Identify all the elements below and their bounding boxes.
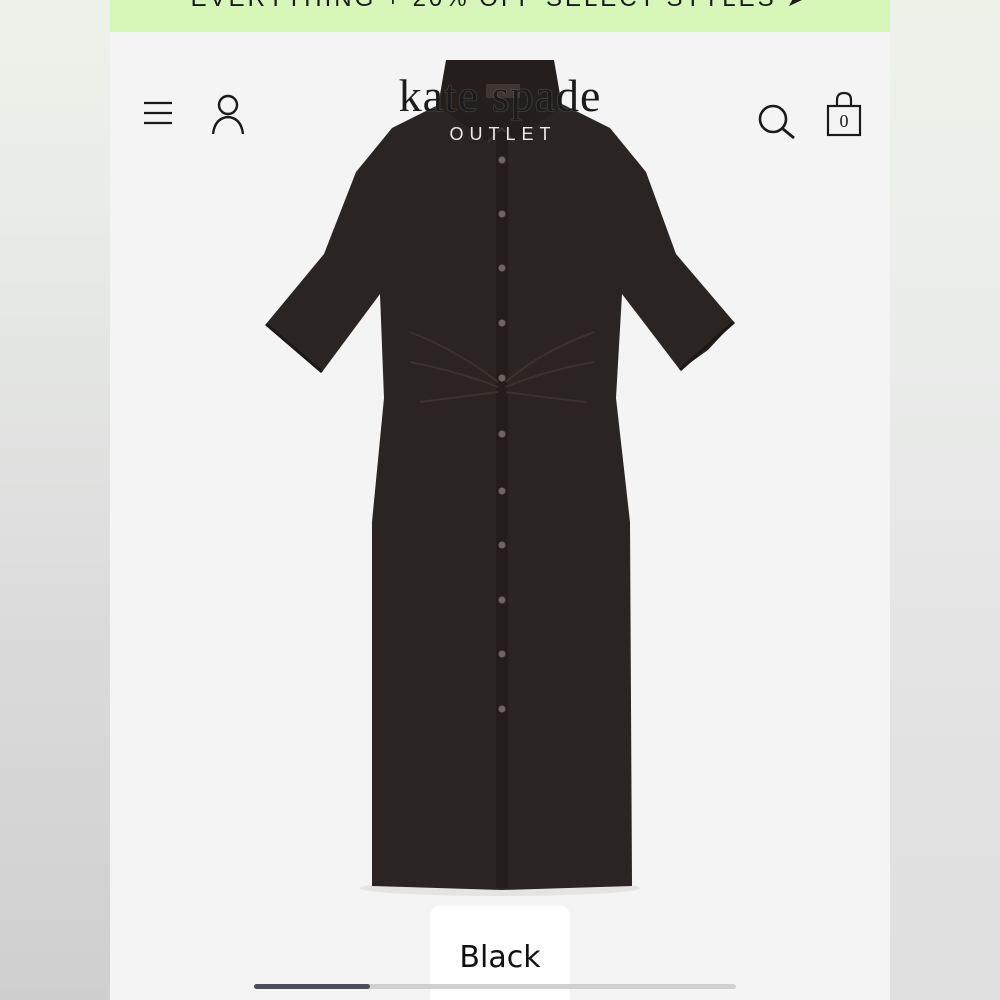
bag-count: 0 [839,111,849,131]
mobile-page: EVERYTHING + 20% OFF SELECT STYLES ➤ kat… [110,0,890,1000]
gallery-progress-track[interactable] [254,984,736,989]
promo-text: EVERYTHING + 20% OFF SELECT STYLES ➤ [110,0,890,13]
product-image[interactable] [110,32,890,1000]
brand-logo[interactable]: kate spade OUTLET [350,68,650,145]
background-left [0,0,110,1000]
brand-name: kate spade [398,70,602,121]
dress-placket [496,132,508,888]
background-right [890,0,1000,1000]
gallery-progress-thumb[interactable] [254,984,370,989]
hamburger-icon[interactable] [140,98,176,128]
brand-subtitle: OUTLET [449,124,557,144]
user-icon[interactable] [208,92,248,136]
color-label: Black [459,940,541,975]
site-header: kate spade OUTLET 0 [110,32,890,172]
search-icon[interactable] [756,102,798,142]
promo-banner[interactable]: EVERYTHING + 20% OFF SELECT STYLES ➤ [110,0,890,32]
